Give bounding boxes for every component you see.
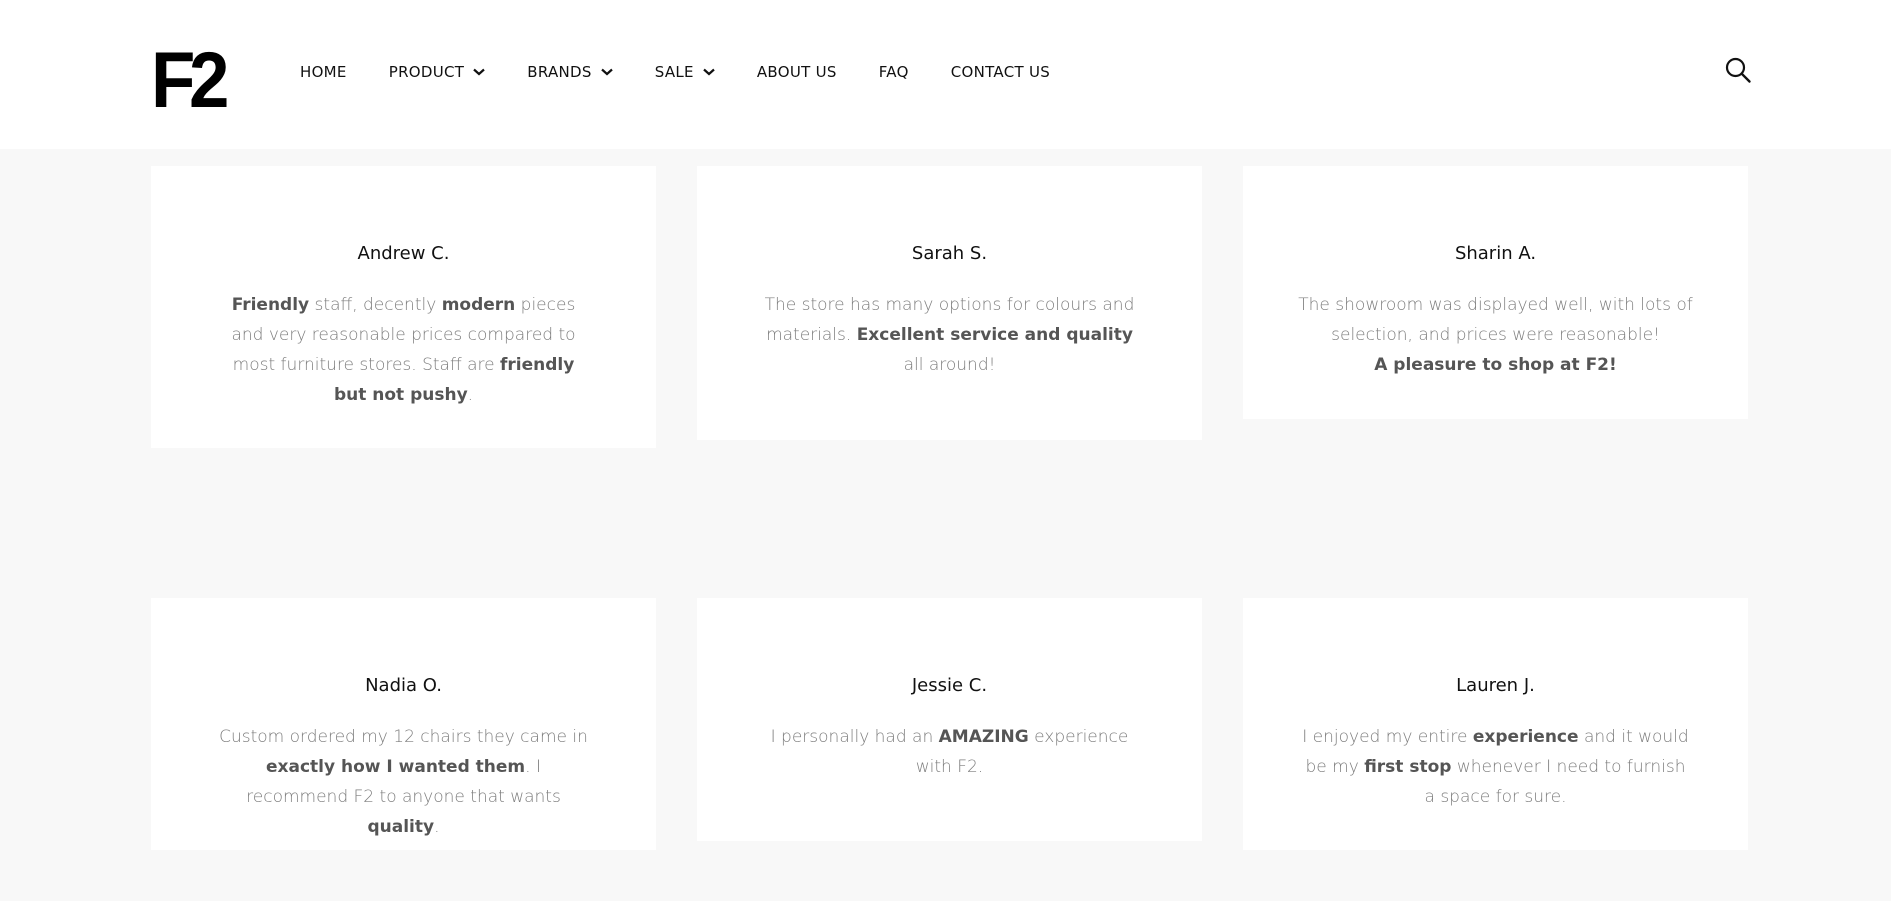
review-text: I personally had an AMAZING experience w… bbox=[755, 722, 1145, 782]
review-text: Custom ordered my 12 chairs they came in… bbox=[214, 722, 594, 842]
chevron-down-icon bbox=[473, 68, 486, 76]
review-text-emphasis: quality bbox=[367, 817, 435, 837]
nav-item-sale[interactable]: SALE bbox=[655, 63, 715, 81]
testimonial-card: Andrew C. Friendly staff, decently moder… bbox=[151, 166, 656, 448]
review-text-emphasis: modern bbox=[441, 295, 516, 315]
review-text-segment: all around! bbox=[903, 355, 996, 375]
nav-label: HOME bbox=[300, 63, 347, 81]
site-header: F2 HOME PRODUCT BRANDS SALE ABOUT US FAQ… bbox=[0, 0, 1891, 149]
nav-item-faq[interactable]: FAQ bbox=[879, 63, 909, 81]
review-text-emphasis: AMAZING bbox=[938, 727, 1029, 747]
review-text-segment: . bbox=[467, 385, 474, 405]
review-text-segment: whenever I need to furnish a space for s… bbox=[1424, 757, 1686, 807]
chevron-down-icon bbox=[600, 68, 613, 76]
review-text: I enjoyed my entire experience and it wo… bbox=[1301, 722, 1691, 812]
nav-label: CONTACT US bbox=[950, 63, 1051, 81]
review-text-segment: staff, decently bbox=[309, 295, 442, 315]
nav-item-product[interactable]: PRODUCT bbox=[389, 63, 486, 81]
nav-label: PRODUCT bbox=[388, 63, 465, 81]
review-text-segment: . bbox=[434, 817, 440, 837]
testimonial-card: Lauren J. I enjoyed my entire experience… bbox=[1243, 598, 1748, 850]
testimonial-card: Jessie C. I personally had an AMAZING ex… bbox=[697, 598, 1202, 841]
review-text-segment: I enjoyed my entire bbox=[1302, 727, 1473, 747]
review-text-emphasis: first stop bbox=[1364, 757, 1452, 777]
testimonial-card: Sarah S. The store has many options for … bbox=[697, 166, 1202, 440]
nav-label: FAQ bbox=[878, 63, 909, 81]
review-text: Friendly staff, decently modern pieces a… bbox=[224, 290, 584, 410]
testimonial-card: Nadia O. Custom ordered my 12 chairs the… bbox=[151, 598, 656, 850]
nav-item-contact-us[interactable]: CONTACT US bbox=[951, 63, 1050, 81]
review-text-segment: The showroom was displayed well, with lo… bbox=[1298, 295, 1693, 345]
reviewer-name: Lauren J. bbox=[1456, 675, 1535, 696]
main-nav: HOME PRODUCT BRANDS SALE ABOUT US FAQ CO… bbox=[300, 58, 1092, 86]
f2-logo[interactable]: F2 bbox=[151, 40, 229, 119]
search-icon[interactable] bbox=[1724, 56, 1752, 84]
review-text-emphasis: Excellent service and quality bbox=[856, 325, 1133, 345]
nav-label: ABOUT US bbox=[756, 63, 837, 81]
nav-label: BRANDS bbox=[527, 63, 592, 81]
reviewer-name: Andrew C. bbox=[357, 243, 450, 264]
review-text-emphasis: exactly how I wanted them bbox=[266, 757, 526, 777]
review-text: The showroom was displayed well, with lo… bbox=[1296, 290, 1696, 380]
nav-item-home[interactable]: HOME bbox=[300, 63, 347, 81]
nav-label: SALE bbox=[654, 63, 694, 81]
reviewer-name: Sharin A. bbox=[1454, 243, 1537, 264]
review-text: The store has many options for colours a… bbox=[765, 290, 1135, 380]
nav-item-brands[interactable]: BRANDS bbox=[527, 63, 613, 81]
testimonial-card: Sharin A. The showroom was displayed wel… bbox=[1243, 166, 1748, 419]
review-text-segment: I personally had an bbox=[770, 727, 939, 747]
chevron-down-icon bbox=[703, 68, 715, 76]
review-text-segment: Custom ordered my 12 chairs they came in bbox=[219, 727, 588, 747]
nav-item-about-us[interactable]: ABOUT US bbox=[757, 63, 837, 81]
reviewer-name: Sarah S. bbox=[911, 243, 988, 264]
review-text-emphasis: A pleasure to shop at F2! bbox=[1374, 355, 1617, 375]
reviewer-name: Jessie C. bbox=[911, 675, 988, 696]
review-text-emphasis: Friendly bbox=[231, 295, 310, 315]
review-text-emphasis: experience bbox=[1472, 727, 1579, 747]
reviewer-name: Nadia O. bbox=[365, 675, 442, 696]
